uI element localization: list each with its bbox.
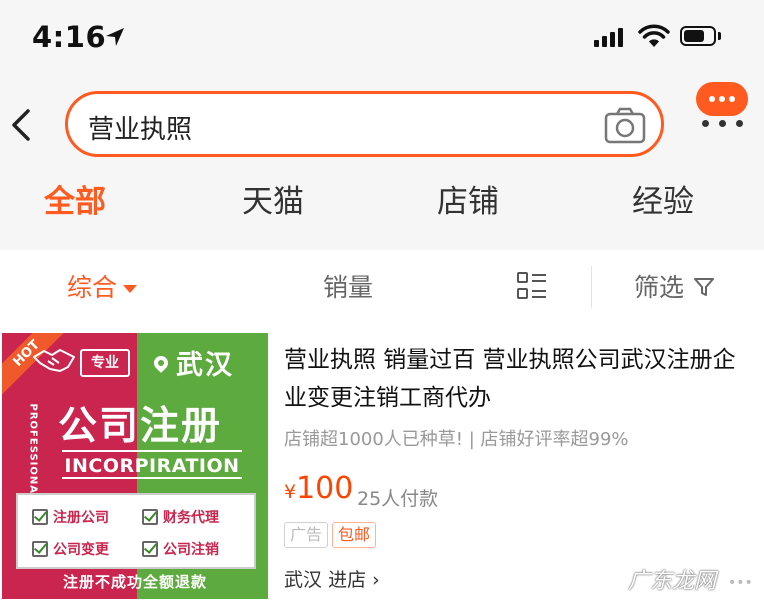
checklist-item-label: 公司注销 (163, 542, 219, 558)
sort-sales[interactable]: 销量 (323, 268, 373, 304)
price-currency: ¥ (284, 481, 297, 503)
services-checklist: 注册公司 财务代理 公司变更 公司注销 (16, 493, 256, 569)
battery-icon (680, 26, 716, 46)
sales-count: 25人付款 (357, 488, 439, 510)
city-text: 武汉 (176, 350, 234, 381)
professional-badge: 专业 (80, 349, 130, 377)
product-highlights: 店铺超1000人已种草! | 店铺好评率超99% (284, 429, 629, 450)
shop-row[interactable]: 武汉 进店 › (284, 565, 380, 592)
watermark: 广东龙网 (628, 569, 717, 594)
tab-all[interactable]: 全部 (44, 176, 106, 221)
sort-divider (591, 266, 592, 308)
wifi-icon (638, 24, 670, 47)
camera-icon[interactable] (603, 105, 647, 145)
checkbox-checked-icon (32, 509, 48, 525)
checklist-item: 注册公司 (32, 507, 109, 527)
refund-guarantee-text: 注册不成功全额退款 (62, 573, 207, 591)
tab-experience[interactable]: 经验 (632, 176, 694, 221)
checklist-item: 公司注销 (142, 539, 219, 559)
handshake-icon (33, 349, 75, 372)
ad-tag: 广告 (284, 522, 329, 548)
checklist-item: 财务代理 (142, 507, 219, 527)
location-arrow-icon (106, 28, 124, 46)
list-view-icon[interactable] (517, 272, 547, 300)
search-query-text: 营业执照 (88, 115, 193, 145)
product-image[interactable]: HOT 专业 武汉 PROFESSIONAL 公司注册 INCORPIRATIO… (2, 333, 268, 599)
filter-funnel-icon[interactable] (693, 276, 715, 298)
product-price: ¥100 (284, 471, 353, 506)
battery-tip (718, 32, 721, 40)
more-dots-icon: ••• (728, 575, 753, 591)
vertical-professional-text: PROFESSIONAL (27, 403, 39, 502)
more-dots-icon (702, 120, 743, 127)
image-title: 公司注册 (58, 404, 223, 449)
checkbox-checked-icon (142, 509, 158, 525)
tab-tmall[interactable]: 天猫 (242, 176, 304, 221)
checkbox-checked-icon (32, 541, 48, 557)
enter-shop-link[interactable]: 进店 › (328, 569, 380, 591)
checklist-item-label: 注册公司 (53, 510, 109, 526)
location-pin-icon (151, 353, 171, 373)
sort-comprehensive-label: 综合 (67, 273, 118, 302)
battery-fill (684, 30, 704, 42)
checklist-item-label: 财务代理 (163, 510, 219, 526)
tab-shops[interactable]: 店铺 (437, 176, 499, 221)
product-title[interactable]: 营业执照 销量过百 营业执照公司武汉注册企业变更注销工商代办 (284, 341, 744, 417)
image-subtitle: INCORPIRATION (62, 450, 242, 479)
city-label: 武汉 (151, 343, 234, 382)
free-shipping-tag: 包邮 (332, 522, 377, 548)
cellular-signal-icon (594, 27, 623, 47)
back-arrow-icon[interactable] (6, 105, 36, 145)
search-input[interactable]: 营业执照 (65, 91, 664, 157)
checkbox-checked-icon (142, 541, 158, 557)
caret-down-icon (123, 285, 138, 293)
sort-filter[interactable]: 筛选 (634, 268, 684, 304)
message-bubble-icon (696, 82, 748, 116)
messages-more-button[interactable] (694, 82, 750, 132)
status-time: 4:16 (32, 20, 107, 54)
sort-comprehensive[interactable]: 综合 (67, 268, 138, 304)
price-value: 100 (296, 471, 354, 506)
shop-location: 武汉 (284, 569, 323, 591)
checklist-item-label: 公司变更 (53, 542, 109, 558)
checklist-item: 公司变更 (32, 539, 109, 559)
